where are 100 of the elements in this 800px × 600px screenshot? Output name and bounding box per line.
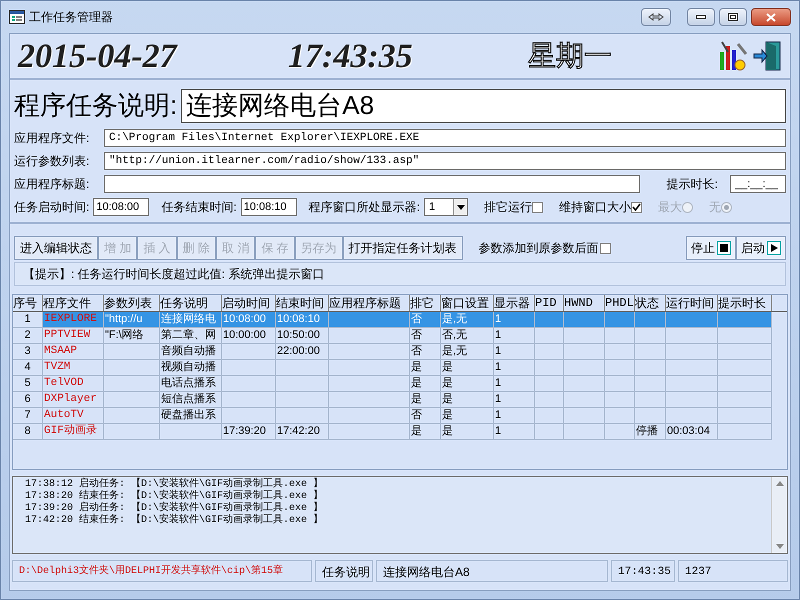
- stop-button[interactable]: 停止: [686, 236, 736, 260]
- log-line: 17:39:20 启动任务: 【D:\安装软件\GIF动画录制工具.exe 】: [25, 503, 324, 514]
- table-cell: 是: [441, 424, 494, 439]
- maximize-icon: [728, 13, 738, 21]
- table-cell: 是: [410, 376, 441, 391]
- table-row[interactable]: 3 MSAAP 音频自动播 22:00:00 否 是,无 1: [13, 344, 772, 360]
- table-cell: TelVOD: [43, 376, 104, 391]
- table-cell: 停播: [635, 424, 666, 439]
- log-line: 17:38:12 启动任务: 【D:\安装软件\GIF动画录制工具.exe 】: [25, 479, 324, 490]
- table-row[interactable]: 5 TelVOD 电话点播系 是 是 1: [13, 376, 772, 392]
- start-time-label: 任务启动时间:: [14, 199, 90, 216]
- column-header[interactable]: 运行时间: [666, 295, 718, 311]
- table-cell: 1: [494, 376, 535, 391]
- hint-duration-label: 提示时长:: [666, 176, 718, 193]
- minimize-button[interactable]: [687, 8, 715, 26]
- table-cell: 视频自动播: [160, 360, 222, 375]
- column-header[interactable]: 结束时间: [276, 295, 329, 311]
- scroll-down-icon[interactable]: [776, 544, 784, 549]
- table-cell: IEXPLORE: [43, 312, 104, 327]
- column-header[interactable]: 任务说明: [160, 295, 222, 311]
- table-cell: 是: [441, 376, 494, 391]
- column-header[interactable]: 状态: [635, 295, 666, 311]
- column-header[interactable]: 程序文件: [43, 295, 104, 311]
- scrollbar[interactable]: [771, 477, 787, 553]
- table-row[interactable]: 8 GIF动画录 17:39:20 17:42:20 是 是 1 停播 00:03:04: [13, 424, 772, 440]
- table-cell: 10:08:10: [276, 312, 329, 327]
- table-row[interactable]: 2 PPTVIEW "F:\网络 第二章、网 10:00:00 10:50:00 否 否,无 1: [13, 328, 772, 344]
- column-header[interactable]: 窗口设置: [441, 295, 494, 311]
- table-cell: 1: [494, 328, 535, 343]
- minimize-icon: [696, 15, 706, 19]
- table-cell: 是,无: [441, 344, 494, 359]
- table-cell: 短信点播系: [160, 392, 222, 407]
- params-field[interactable]: "http://union.itlearner.com/radio/show/133.asp": [104, 152, 786, 170]
- column-header[interactable]: PHDL: [605, 295, 635, 311]
- start-time-field[interactable]: 10:08:00: [93, 198, 150, 216]
- app-title-label: 应用程序标题:: [14, 176, 90, 193]
- toolbar-button[interactable]: 进入编辑状态: [14, 236, 98, 260]
- table-cell: TVZM: [43, 360, 104, 375]
- resize-button[interactable]: [641, 8, 671, 26]
- end-time-label: 任务结束时间:: [161, 199, 237, 216]
- checkbox[interactable]: [631, 202, 642, 212]
- table-cell: 否: [410, 344, 441, 359]
- table-row[interactable]: 6 DXPlayer 短信点播系 是 是 1: [13, 392, 772, 408]
- table-cell: 是: [441, 392, 494, 407]
- date-display: 2015-04-27: [18, 36, 179, 76]
- table-cell: 否: [410, 312, 441, 327]
- table-cell: DXPlayer: [43, 392, 104, 407]
- table-cell: 00:03:04: [666, 424, 718, 439]
- toolbar-button[interactable]: 打开指定任务计划表: [342, 236, 463, 260]
- window-title: 工作任务管理器: [29, 9, 113, 26]
- column-header[interactable]: 显示器: [494, 295, 535, 311]
- exit-door-icon[interactable]: [752, 40, 782, 72]
- table-row[interactable]: 4 TVZM 视频自动播 是 是 1: [13, 360, 772, 376]
- end-time-field[interactable]: 10:08:10: [240, 198, 297, 216]
- table-cell: 17:42:20: [276, 424, 329, 439]
- status-panel: D:\Delphi3文件夹\用DELPHI开发共享软件\cip\第15章: [12, 560, 312, 582]
- append-params-checkbox[interactable]: [600, 242, 611, 254]
- table-cell: 1: [494, 312, 535, 327]
- table-cell: 音频自动播: [160, 344, 222, 359]
- table-cell: AutoTV: [43, 408, 104, 423]
- start-button[interactable]: 启动: [736, 236, 786, 260]
- table-cell: 电话点播系: [160, 376, 222, 391]
- table-cell: 1: [13, 312, 43, 327]
- checkbox[interactable]: [532, 202, 544, 212]
- table-cell: 否,无: [441, 328, 494, 343]
- column-header[interactable]: 启动时间: [222, 295, 276, 311]
- status-panel: 17:43:35: [611, 560, 675, 582]
- column-header[interactable]: PID: [535, 295, 564, 311]
- table-row[interactable]: 1 IEXPLORE "http://u 连接网络电 10:08:00 10:08:10 否 是,无 1: [13, 312, 772, 328]
- table-cell: 第二章、网: [160, 328, 222, 343]
- app-title-field[interactable]: [104, 175, 640, 193]
- monitor-dropdown[interactable]: 1: [424, 198, 468, 216]
- hint-duration-field[interactable]: __:__:__: [730, 175, 786, 193]
- table-cell: 10:00:00: [222, 328, 276, 343]
- table-cell: "http://u: [104, 312, 160, 327]
- column-header[interactable]: 提示时长: [718, 295, 772, 311]
- maximize-button[interactable]: [719, 8, 747, 26]
- column-header[interactable]: 排它: [410, 295, 441, 311]
- table-cell: 1: [494, 408, 535, 423]
- table-row[interactable]: 7 AutoTV 硬盘播出系 否 是 1: [13, 408, 772, 424]
- app-file-label: 应用程序文件:: [14, 130, 90, 147]
- table-cell: GIF动画录: [43, 424, 104, 439]
- column-header[interactable]: HWND: [564, 295, 605, 311]
- log-line: 17:38:20 结束任务: 【D:\安装软件\GIF动画录制工具.exe 】: [25, 491, 324, 502]
- time-display: 17:43:35: [288, 36, 414, 76]
- option-label: 维持窗口大小: [559, 199, 632, 216]
- table-cell: 1: [494, 360, 535, 375]
- table-cell: 1: [494, 424, 535, 439]
- double-arrow-icon: [648, 13, 664, 21]
- app-file-field[interactable]: C:\Program Files\Internet Explorer\IEXPLORE.EXE: [104, 129, 786, 147]
- table-cell: 是: [441, 360, 494, 375]
- scroll-up-icon[interactable]: [776, 481, 784, 486]
- column-header[interactable]: 应用程序标题: [329, 295, 410, 311]
- table-cell: 1: [494, 392, 535, 407]
- close-button[interactable]: [751, 8, 791, 26]
- column-header[interactable]: 参数列表: [104, 295, 160, 311]
- column-header[interactable]: 序号: [13, 295, 43, 311]
- table-cell: 是: [441, 408, 494, 423]
- table-cell: "F:\网络: [104, 328, 160, 343]
- task-description-field[interactable]: 连接网络电台A8: [181, 88, 786, 122]
